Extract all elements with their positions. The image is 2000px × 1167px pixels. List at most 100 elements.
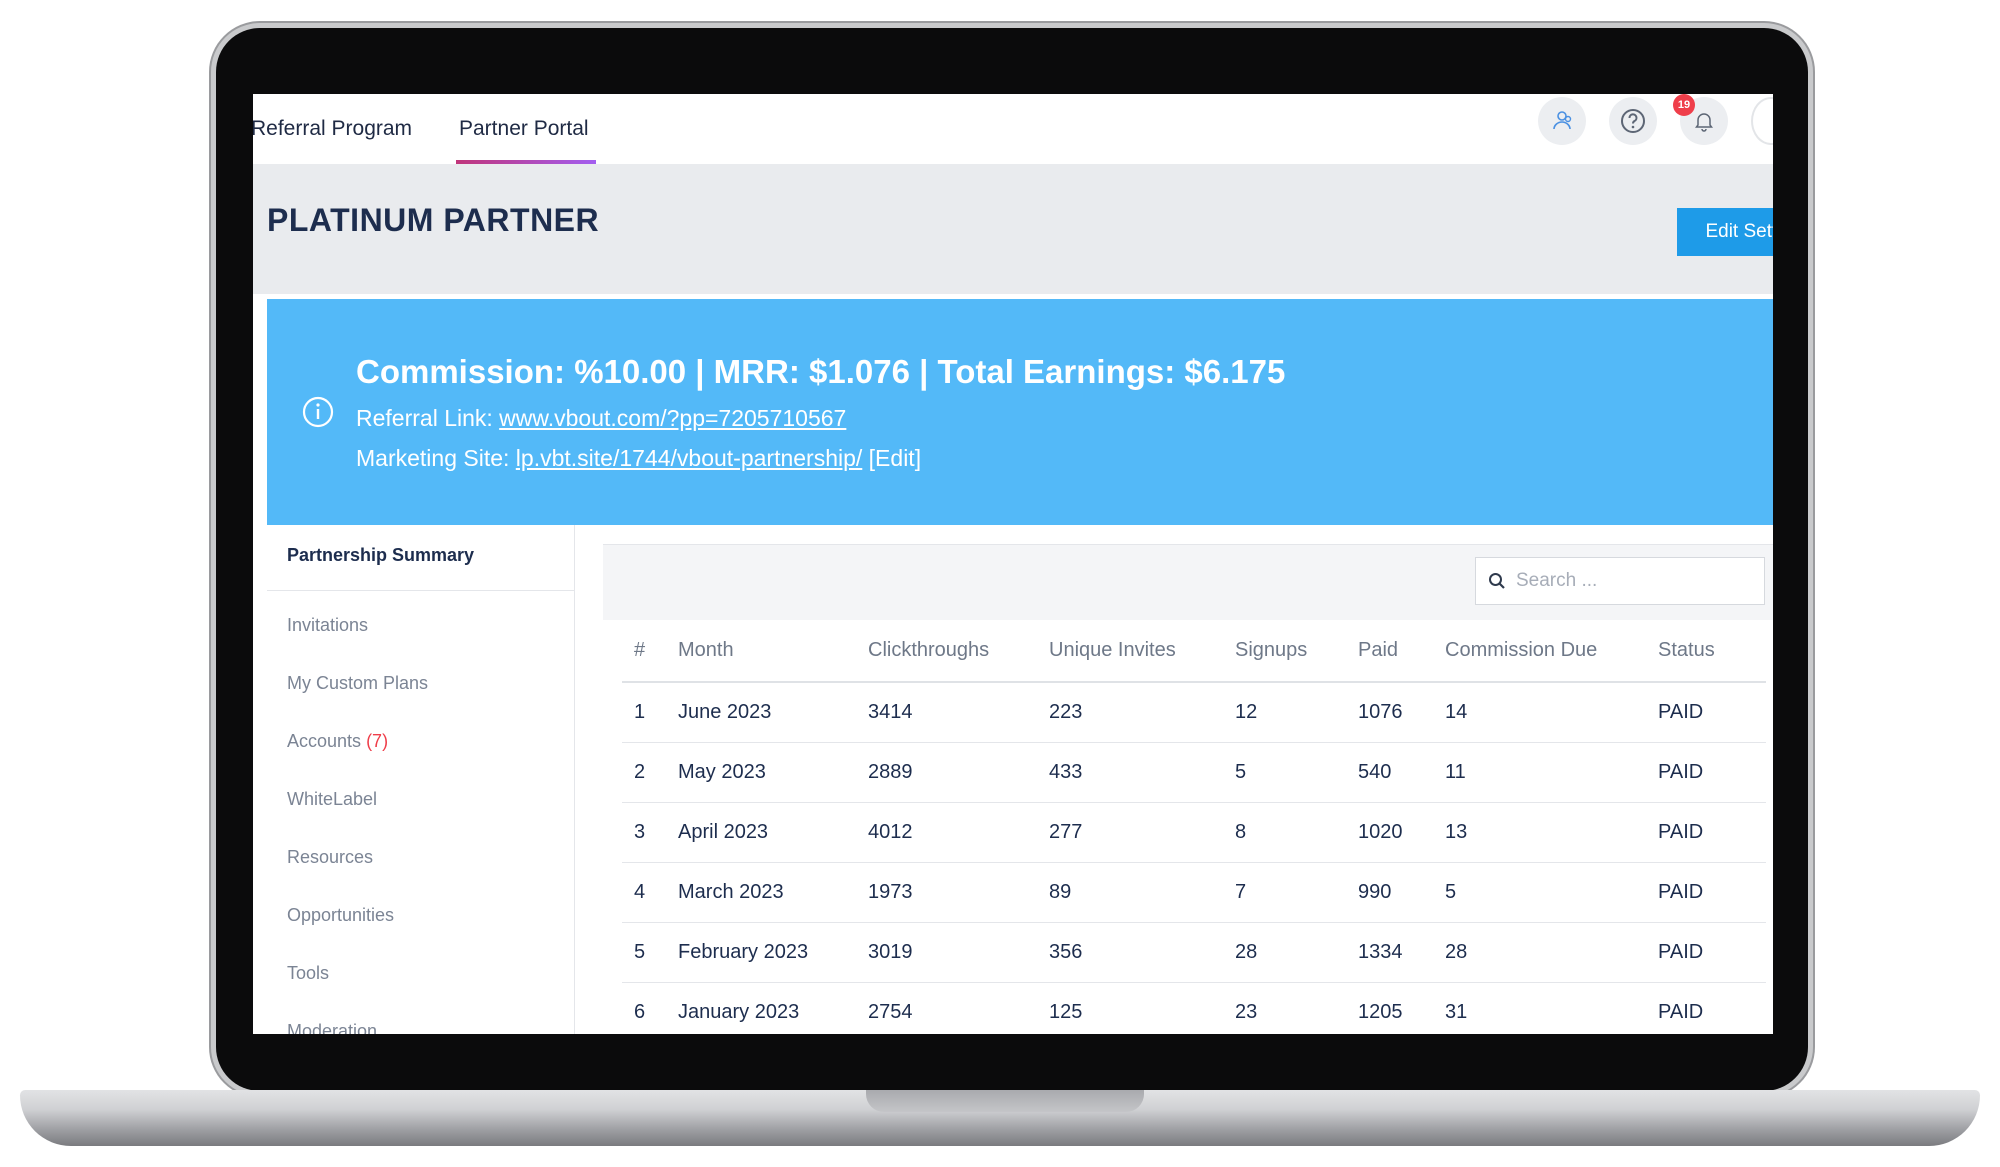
help-button[interactable] [1609, 97, 1657, 145]
sidebar-item-invitations[interactable]: Invitations [287, 615, 368, 636]
cell-status: PAID [1658, 982, 1766, 1034]
edit-settings-button[interactable]: Edit Setti [1677, 208, 1773, 256]
notification-badge: 19 [1673, 94, 1695, 116]
cell-number: 5 [622, 922, 678, 983]
sidebar-item-resources[interactable]: Resources [287, 847, 373, 868]
search-box[interactable] [1475, 557, 1765, 605]
table-row: 4 March 2023 1973 89 7 990 5 PAID [622, 862, 1766, 923]
cell-commission-due: 31 [1445, 982, 1658, 1034]
sidebar-item-opportunities[interactable]: Opportunities [287, 905, 394, 926]
col-header-clickthroughs[interactable]: Clickthroughs [868, 620, 1049, 683]
cell-clickthroughs: 3019 [868, 922, 1049, 983]
cell-paid: 1334 [1358, 922, 1445, 983]
search-icon [1489, 573, 1505, 589]
table-row: 5 February 2023 3019 356 28 1334 28 PAID [622, 922, 1766, 983]
cell-month: May 2023 [678, 742, 868, 803]
sidebar-item-partnership-summary[interactable]: Partnership Summary [287, 545, 474, 566]
cell-unique-invites: 89 [1049, 862, 1235, 923]
cell-month: April 2023 [678, 802, 868, 863]
cell-number: 3 [622, 802, 678, 863]
cell-status: PAID [1658, 742, 1766, 803]
cell-commission-due: 14 [1445, 682, 1658, 743]
cell-status: PAID [1658, 682, 1766, 743]
cell-status: PAID [1658, 922, 1766, 983]
info-icon [302, 396, 334, 428]
app-screen: Referral Program Partner Portal 19 PLATI… [253, 94, 1773, 1034]
avatar[interactable] [1751, 97, 1773, 145]
cell-unique-invites: 223 [1049, 682, 1235, 743]
users-icon [1553, 111, 1572, 130]
sidebar-item-custom-plans[interactable]: My Custom Plans [287, 673, 428, 694]
cell-status: PAID [1658, 862, 1766, 923]
cell-month: June 2023 [678, 682, 868, 743]
cell-status: PAID [1658, 802, 1766, 863]
referral-link-row: Referral Link: www.vbout.com/?pp=7205710… [356, 405, 846, 432]
table-row: 1 June 2023 3414 223 12 1076 14 PAID [622, 682, 1766, 743]
cell-signups: 8 [1235, 802, 1358, 863]
marketing-site-link[interactable]: lp.vbt.site/1744/vbout-partnership/ [516, 445, 862, 471]
cell-number: 4 [622, 862, 678, 923]
commission-summary: Commission: %10.00 | MRR: $1.076 | Total… [356, 353, 1286, 390]
cell-clickthroughs: 3414 [868, 682, 1049, 743]
referral-link[interactable]: www.vbout.com/?pp=7205710567 [499, 405, 846, 431]
sidebar-item-label: Accounts [287, 731, 362, 751]
cell-number: 2 [622, 742, 678, 803]
cell-clickthroughs: 2754 [868, 982, 1049, 1034]
table-header-row: # Month Clickthroughs Unique Invites Sig… [622, 620, 1766, 683]
cell-commission-due: 13 [1445, 802, 1658, 863]
marketing-edit-link[interactable]: [Edit] [869, 445, 921, 471]
cell-number: 1 [622, 682, 678, 743]
col-header-month[interactable]: Month [678, 620, 868, 683]
col-header-paid[interactable]: Paid [1358, 620, 1445, 683]
cell-unique-invites: 277 [1049, 802, 1235, 863]
laptop-notch [866, 1090, 1144, 1112]
col-header-unique-invites[interactable]: Unique Invites [1049, 620, 1235, 683]
marketing-site-row: Marketing Site: lp.vbt.site/1744/vbout-p… [356, 445, 921, 472]
cell-month: March 2023 [678, 862, 868, 923]
referral-link-label: Referral Link: [356, 405, 500, 431]
search-input[interactable] [1516, 570, 1746, 592]
tab-partner-portal[interactable]: Partner Portal [459, 106, 589, 164]
partnership-table: # Month Clickthroughs Unique Invites Sig… [622, 620, 1766, 1034]
cell-paid: 1205 [1358, 982, 1445, 1034]
help-icon [1621, 109, 1645, 133]
cell-commission-due: 11 [1445, 742, 1658, 803]
table-row: 6 January 2023 2754 125 23 1205 31 PAID [622, 982, 1766, 1034]
sidebar-divider [267, 590, 575, 591]
cell-clickthroughs: 4012 [868, 802, 1049, 863]
page-title: PLATINUM PARTNER [267, 202, 600, 238]
table-row: 2 May 2023 2889 433 5 540 11 PAID [622, 742, 1766, 803]
cell-paid: 540 [1358, 742, 1445, 803]
col-header-signups[interactable]: Signups [1235, 620, 1358, 683]
cell-signups: 5 [1235, 742, 1358, 803]
commission-banner: Commission: %10.00 | MRR: $1.076 | Total… [267, 299, 1773, 525]
sidebar-item-accounts[interactable]: Accounts (7) [287, 731, 388, 752]
cell-signups: 23 [1235, 982, 1358, 1034]
table-row: 3 April 2023 4012 277 8 1020 13 PAID [622, 802, 1766, 863]
cell-commission-due: 28 [1445, 922, 1658, 983]
cell-month: January 2023 [678, 982, 868, 1034]
users-button[interactable] [1538, 97, 1586, 145]
top-nav: Referral Program Partner Portal 19 [253, 94, 1773, 165]
sidebar-item-moderation[interactable]: Moderation [287, 1021, 377, 1034]
col-header-status[interactable]: Status [1658, 620, 1766, 683]
bell-icon [1695, 113, 1713, 132]
col-header-number[interactable]: # [622, 620, 678, 683]
tab-referral-program[interactable]: Referral Program [253, 106, 412, 164]
cell-number: 6 [622, 982, 678, 1034]
cell-unique-invites: 433 [1049, 742, 1235, 803]
sidebar-item-whitelabel[interactable]: WhiteLabel [287, 789, 377, 810]
cell-unique-invites: 356 [1049, 922, 1235, 983]
cell-paid: 990 [1358, 862, 1445, 923]
sidebar-item-tools[interactable]: Tools [287, 963, 329, 984]
accounts-count: (7) [366, 731, 389, 751]
cell-signups: 28 [1235, 922, 1358, 983]
cell-paid: 1076 [1358, 682, 1445, 743]
cell-commission-due: 5 [1445, 862, 1658, 923]
cell-clickthroughs: 2889 [868, 742, 1049, 803]
marketing-site-label: Marketing Site: [356, 445, 516, 471]
cell-unique-invites: 125 [1049, 982, 1235, 1034]
cell-clickthroughs: 1973 [868, 862, 1049, 923]
cell-month: February 2023 [678, 922, 868, 983]
col-header-commission-due[interactable]: Commission Due [1445, 620, 1658, 683]
